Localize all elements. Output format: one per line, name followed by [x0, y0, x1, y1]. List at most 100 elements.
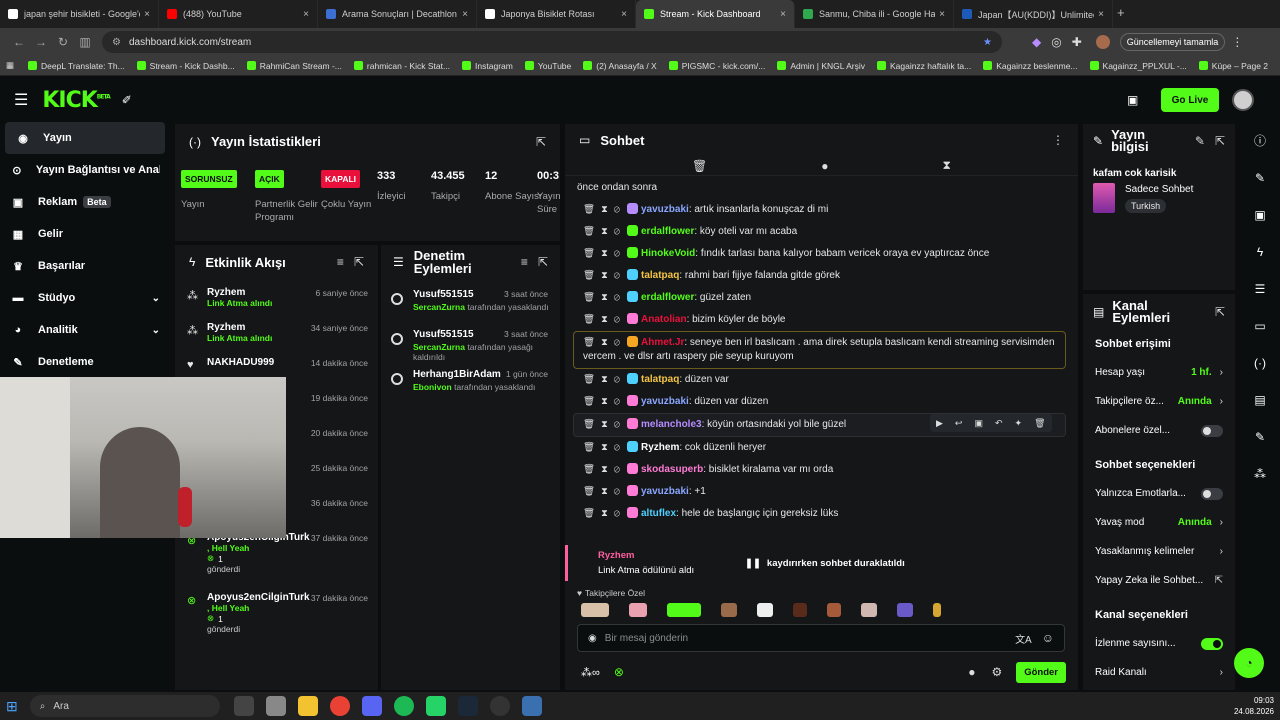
bolt-icon[interactable]: ϟ [1240, 233, 1280, 270]
browser-tab[interactable]: Stream - Kick Dashboard × [636, 0, 795, 28]
extensions-icon[interactable]: ◆ [1032, 35, 1041, 49]
chat-message[interactable]: 🗑⧗⊘ erdalflower: güzel zaten [565, 287, 1078, 309]
chat-paused-banner[interactable]: ❚❚ kaydırırken sohbet duraklatıldı [745, 558, 905, 569]
delete-icon[interactable]: 🗑 [583, 419, 601, 430]
sidepanel-icon[interactable]: ▥ [74, 31, 96, 53]
chat-username[interactable]: Ahmet.Jr [641, 337, 684, 348]
activity-item[interactable]: ⊗Apoyus2enCilginTurk, Hell Yeah⊗1gönderd… [175, 530, 378, 590]
activity-item[interactable]: ⁂ Ryzhem Link Atma alındı 6 saniye önce [175, 285, 378, 320]
bookmark-item[interactable]: Instagram [462, 61, 513, 71]
timeout-icon[interactable]: ⧗ [601, 374, 614, 385]
chat-username[interactable]: Anatolian [641, 314, 687, 325]
copy-icon[interactable]: ▣ [974, 418, 983, 429]
chat-menu-icon[interactable]: ⋮ [1052, 133, 1064, 147]
delete-icon[interactable]: 🗑 [583, 396, 601, 407]
channel-setting-row[interactable]: Takipçilere öz... Anında › [1083, 387, 1235, 416]
list-icon[interactable]: ☰ [1240, 270, 1280, 307]
emote[interactable] [793, 603, 807, 617]
site-info-icon[interactable]: ⚙ [112, 37, 121, 48]
chat-icon[interactable]: ▭ [1240, 307, 1280, 344]
reload-icon[interactable]: ↻ [52, 31, 74, 53]
bookmark-item[interactable]: RahmiCan Stream -... [246, 61, 342, 71]
chat-message[interactable]: 🗑⧗⊘ skodasuperb: bisiklet kiralama var mı… [565, 459, 1078, 481]
support-chat-button[interactable]: ◔ [1234, 648, 1264, 678]
browser-tab[interactable]: (488) YouTube × [159, 0, 318, 28]
ban-icon[interactable]: ⊘ [614, 270, 626, 281]
update-button[interactable]: Güncellemeyi tamamla [1119, 33, 1226, 51]
emote[interactable] [667, 603, 701, 617]
popout-icon[interactable]: ⇱ [354, 255, 364, 269]
address-bar[interactable]: ⚙ dashboard.kick.com/stream ★ [102, 31, 1002, 53]
play-icon[interactable]: ▶ [936, 418, 943, 429]
delete-icon[interactable]: 🗑 [583, 464, 601, 475]
delete-icon[interactable]: 🗑 [583, 292, 601, 303]
gear-icon[interactable]: ⚙ [991, 665, 1002, 679]
chat-input[interactable]: ◉ Bir mesaj gönderin 文A ☺ [577, 624, 1065, 652]
bookmark-item[interactable]: Admin | KNGL Arşiv [777, 61, 865, 71]
bookmark-star-icon[interactable]: ★ [983, 37, 992, 48]
timeout-icon[interactable]: ⧗ [601, 464, 614, 475]
delete-icon[interactable]: 🗑 [583, 314, 601, 325]
browser-tab[interactable]: japan şehir bisikleti - Google'da Ara × [0, 0, 159, 28]
menu-icon[interactable]: ⋮ [1231, 35, 1243, 49]
ban-icon[interactable]: ⊘ [614, 337, 626, 348]
delete-icon[interactable]: 🗑 [583, 508, 601, 519]
edit-icon[interactable]: ✎ [1195, 134, 1205, 148]
chat-username[interactable]: talatpaq [641, 374, 679, 385]
puzzle-icon[interactable]: ✚ [1072, 35, 1082, 49]
emote[interactable] [861, 603, 877, 617]
delete-icon[interactable]: 🗑 [583, 486, 601, 497]
undo-icon[interactable]: ↶ [995, 418, 1003, 429]
app-icon[interactable] [521, 696, 542, 716]
activity-item[interactable]: ⊗Apoyus2enCilginTurk, Hell Yeah⊗1gönderd… [175, 590, 378, 650]
chat-username[interactable]: melancholе3 [641, 419, 702, 430]
timeout-icon[interactable]: ⧗ [601, 442, 614, 453]
forward-icon[interactable]: → [30, 31, 52, 53]
ban-icon[interactable]: ⊘ [614, 464, 626, 475]
popout-icon[interactable]: ⇱ [1215, 134, 1225, 148]
timeout-icon[interactable]: ⧗ [601, 486, 614, 497]
chat-username[interactable]: HinokeVoid [641, 248, 695, 259]
delete-icon[interactable]: 🗑 [583, 442, 601, 453]
pin-icon[interactable]: ✐ [122, 93, 132, 107]
kick-points-icon[interactable]: ⊗ [614, 665, 624, 679]
sidebar-item-0[interactable]: ◉ Yayın [5, 122, 165, 154]
app-icon[interactable] [265, 696, 286, 716]
timeout-icon[interactable]: ⧗ [601, 270, 614, 281]
sidebar-item-3[interactable]: ▦ Gelir [0, 218, 170, 250]
delete-icon[interactable]: 🗑 [583, 226, 601, 237]
chat-message[interactable]: 🗑⧗⊘ HinokeVoid: fındık tarlası bana kalıy… [565, 243, 1078, 265]
spotify-icon[interactable] [393, 696, 414, 716]
apps-icon[interactable]: ▦ [6, 60, 14, 71]
wrench-icon[interactable]: ✎ [1240, 418, 1280, 455]
translate-icon[interactable]: 文A [1015, 631, 1032, 646]
studio-mode-icon[interactable]: ▣ [1127, 93, 1138, 107]
chat-username[interactable]: yavuzbaki [641, 204, 689, 215]
timeout-icon[interactable]: ⧗ [601, 396, 614, 407]
timeout-icon[interactable]: ⧗ [601, 204, 614, 215]
delete-icon[interactable]: 🗑 [1034, 418, 1045, 429]
ban-icon[interactable]: ⊘ [614, 314, 626, 325]
hourglass-icon[interactable]: ⧗ [943, 158, 951, 173]
chat-message[interactable]: 🗑⧗⊘ talatpaq: rahmi bari fijiye falanda g… [565, 265, 1078, 287]
popout-icon[interactable]: ⇱ [536, 135, 546, 149]
setting-toggle[interactable] [1201, 637, 1223, 650]
emote[interactable] [827, 603, 841, 617]
chevron-down-icon[interactable]: ⌄ [152, 293, 160, 304]
taskbar-search[interactable]: ⌕ Ara [29, 695, 220, 717]
close-tab-icon[interactable]: × [621, 9, 627, 20]
stream-tag[interactable]: Turkish [1125, 198, 1167, 213]
channel-icon[interactable]: ▤ [1240, 381, 1280, 418]
browser-tab[interactable]: Japonya Bisiklet Rotası × [477, 0, 636, 28]
channel-setting-row[interactable]: Yalnızca Emotlarla... [1083, 479, 1235, 508]
video-icon[interactable]: ▣ [1240, 196, 1280, 233]
mod-action-item[interactable]: Yusuf551515 SercanZurna tarafından yasağı… [381, 329, 560, 369]
bookmark-item[interactable]: DeepL Translate: Th... [28, 61, 125, 71]
chat-username[interactable]: erdalflower [641, 292, 694, 303]
ban-icon[interactable]: ⊘ [614, 442, 626, 453]
chat-username[interactable]: Ryzhem [641, 442, 679, 453]
chat-message[interactable]: 🗑⧗⊘ Anatolian: bizim köyler de böyle [565, 309, 1078, 331]
ban-icon[interactable]: ⊘ [614, 226, 626, 237]
chat-username[interactable]: skodasuperb [641, 464, 703, 475]
sidebar-item-5[interactable]: ▬ Stüdyo ⌄ [0, 282, 170, 314]
